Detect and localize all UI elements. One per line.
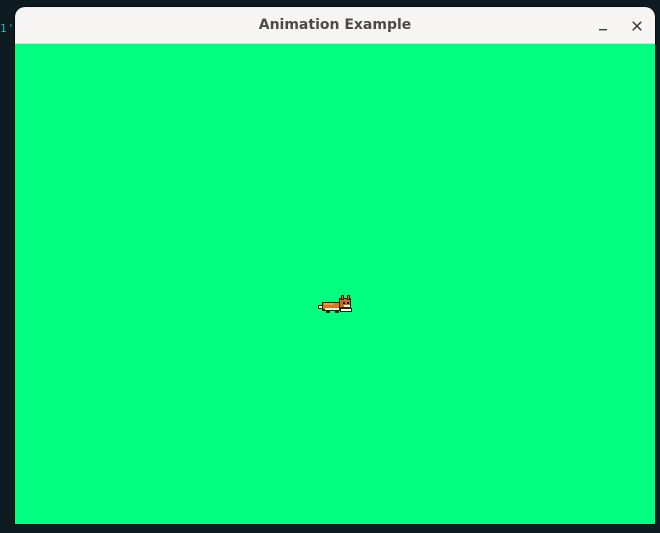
animation-canvas[interactable] [15,44,655,524]
app-window: Animation Example [15,7,655,524]
minimize-button[interactable] [592,15,614,37]
close-button[interactable] [626,15,648,37]
fox-sprite [318,295,352,313]
close-icon [632,21,642,31]
window-titlebar[interactable]: Animation Example [15,7,655,44]
minimize-icon [599,29,607,31]
window-title: Animation Example [258,17,412,33]
